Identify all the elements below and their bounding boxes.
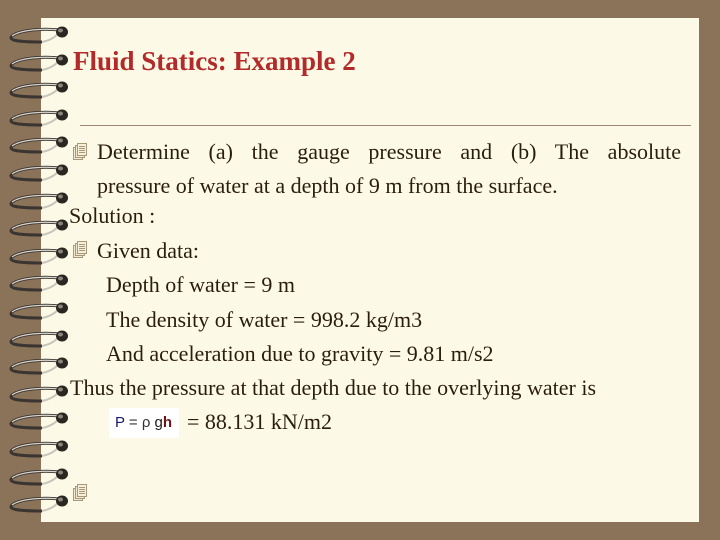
spiral-ring-icon <box>9 385 68 403</box>
spiral-ring-icon <box>9 468 68 486</box>
stacked-pages-icon <box>73 241 87 258</box>
spiral-ring-icon <box>9 357 68 375</box>
spiral-ring-icon <box>9 192 68 210</box>
spiral-ring-icon <box>9 219 68 237</box>
given-item-gravity: And acceleration due to gravity = 9.81 m… <box>106 341 494 366</box>
spiral-ring-icon <box>9 330 68 348</box>
spiral-ring-icon <box>9 247 68 265</box>
formula-text: P = ρ gh <box>115 414 172 431</box>
spiral-ring-icon <box>9 136 68 154</box>
formula-h: h <box>162 414 173 431</box>
spiral-ring-icon <box>9 164 68 182</box>
formula-equals: = <box>124 414 142 431</box>
spiral-ring-icon <box>9 26 68 44</box>
title-divider <box>80 125 691 126</box>
formula-g: g <box>150 414 163 431</box>
spiral-ring-icon <box>9 81 68 99</box>
question-line-1: Determine (a) the gauge pressure and (b)… <box>97 139 681 164</box>
result-value: = 88.131 kN/m2 <box>187 409 333 434</box>
question-line-2: pressure of water at a depth of 9 m from… <box>97 173 558 198</box>
given-item-depth: Depth of water = 9 m <box>106 272 295 297</box>
spiral-ring-icon <box>9 440 68 458</box>
notebook-page <box>41 18 699 522</box>
spiral-ring-icon <box>9 412 68 430</box>
solution-label: Solution : <box>69 203 156 228</box>
stacked-pages-icon <box>73 143 87 160</box>
spiral-ring-icon <box>9 109 68 127</box>
spiral-ring-icon <box>9 495 68 513</box>
slide-title: Fluid Statics: Example 2 <box>73 46 356 76</box>
pressure-formula-image: P = ρ gh <box>109 408 179 438</box>
stacked-pages-icon <box>73 484 87 501</box>
spiral-ring-icon <box>9 274 68 292</box>
spiral-ring-icon <box>9 54 68 72</box>
conclusion-text: Thus the pressure at that depth due to t… <box>70 375 597 400</box>
spiral-ring-icon <box>9 302 68 320</box>
formula-p: P <box>115 414 125 431</box>
given-item-density: The density of water = 998.2 kg/m3 <box>106 307 423 332</box>
given-data-label: Given data: <box>97 238 200 263</box>
